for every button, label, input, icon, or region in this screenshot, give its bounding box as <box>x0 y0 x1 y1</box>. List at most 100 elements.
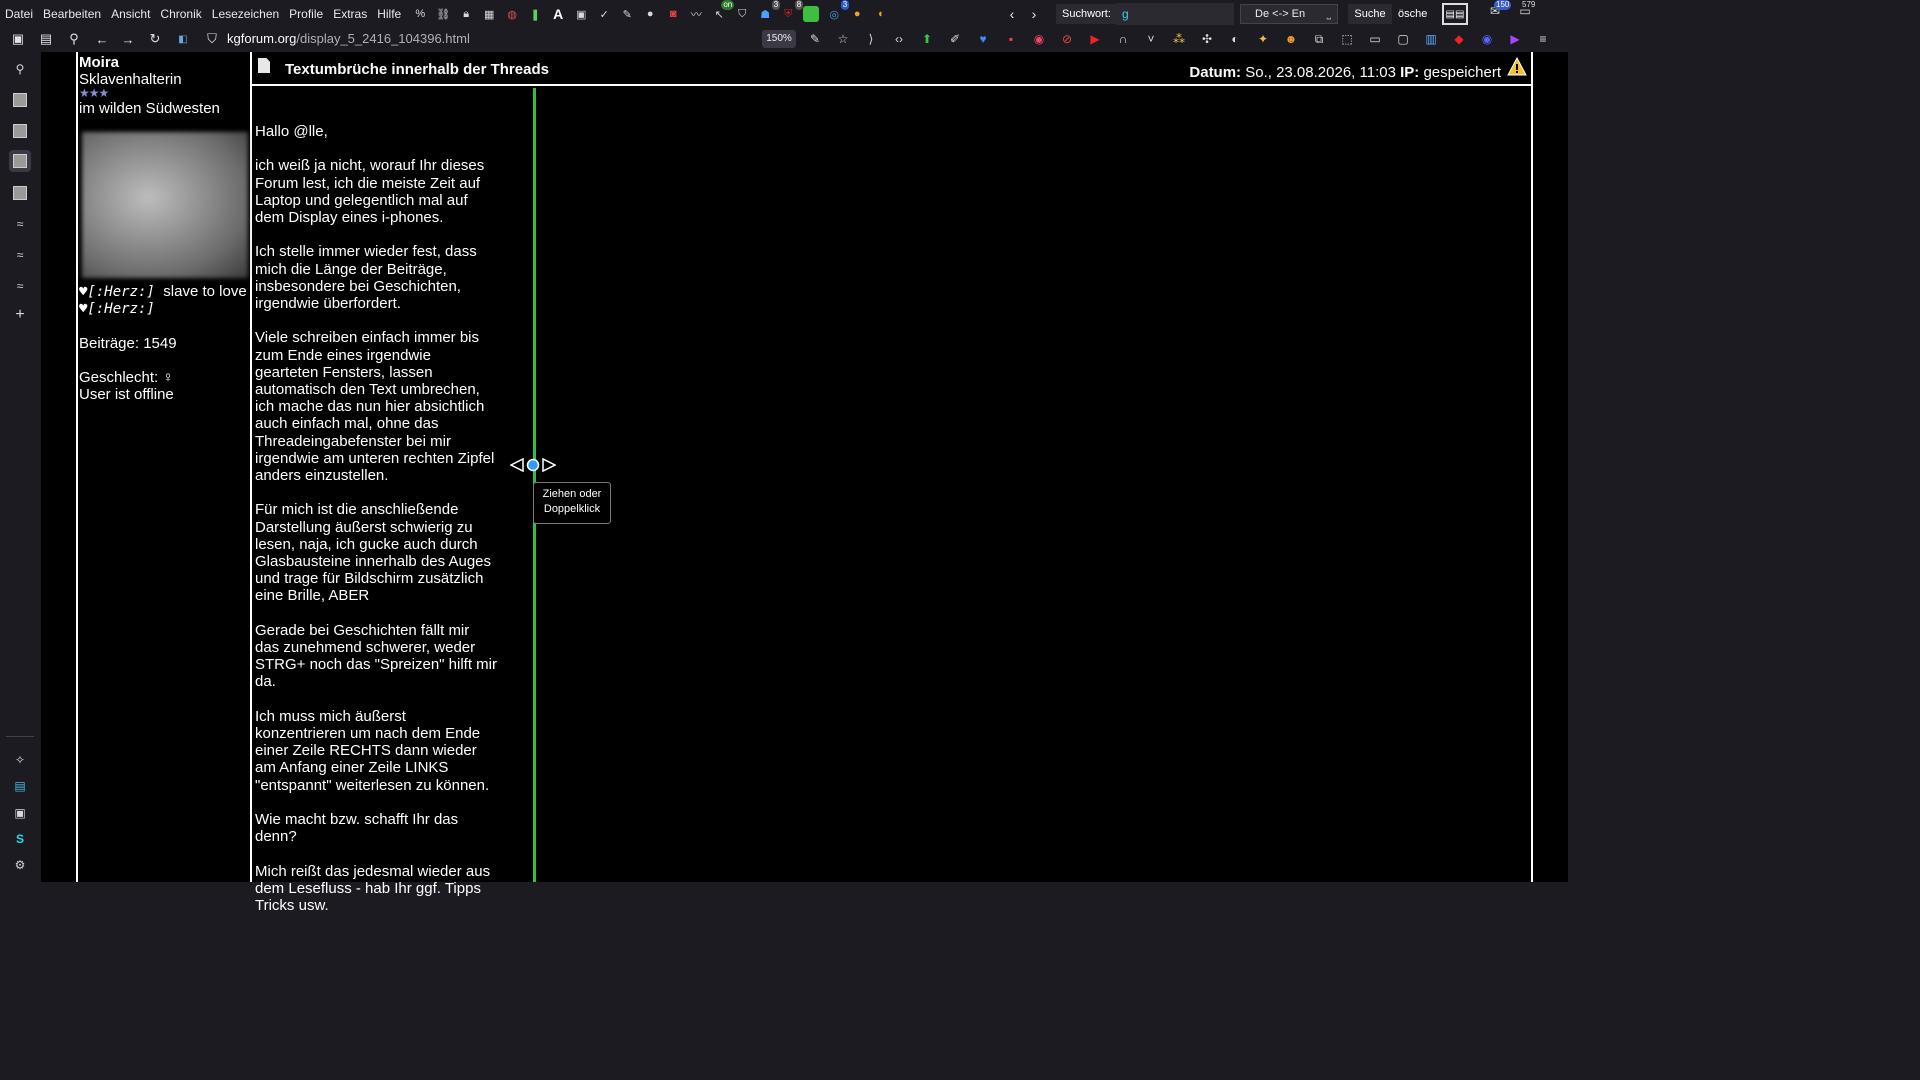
container-icon[interactable]: ▭ <box>1366 30 1384 48</box>
reader-icon[interactable]: ▥ <box>1422 30 1440 48</box>
tab-group-2-icon[interactable]: ≈ <box>11 246 29 264</box>
url-bar[interactable]: kgforum.org/display_5_2416_104396.html <box>227 30 470 48</box>
wave-icon[interactable]: 〰 <box>688 6 704 22</box>
pen-icon[interactable]: ✓ <box>596 6 612 22</box>
document-icon <box>258 58 270 73</box>
brush-icon[interactable]: ✎ <box>619 6 635 22</box>
gear-icon[interactable]: ⚙ <box>11 856 29 874</box>
reload-icon[interactable]: ↻ <box>146 30 164 48</box>
menu-ansicht[interactable]: Ansicht <box>106 7 155 21</box>
menu-datei[interactable]: Datei <box>0 7 38 21</box>
window-icon[interactable]: ▢ <box>1394 30 1412 48</box>
menu-bearbeiten[interactable]: Bearbeiten <box>38 7 106 21</box>
play-circle-icon[interactable]: ◐ <box>1226 30 1244 48</box>
lock-icon[interactable]: 🔒︎ <box>458 6 474 22</box>
headphones-icon[interactable]: ∩ <box>1114 30 1132 48</box>
resize-handle[interactable] <box>510 457 556 473</box>
page-content: Moira Sklavenhalterin ★★★ im wilden Südw… <box>41 52 1568 914</box>
panel-3-icon[interactable] <box>9 150 31 172</box>
search-button[interactable]: Suche <box>1348 4 1392 24</box>
screenshot-icon[interactable]: ▣ <box>573 6 589 22</box>
pocket-icon[interactable]: ⚲ <box>65 30 83 48</box>
zoom-level[interactable]: 150% <box>762 30 796 48</box>
color-wheel-icon[interactable]: ◍ <box>504 6 520 22</box>
chevron-left-icon[interactable]: ‹ <box>1004 4 1020 24</box>
menu-lesezeichen[interactable]: Lesezeichen <box>207 7 284 21</box>
post-header: Textumbrüche innerhalb der Threads Datum… <box>252 52 1531 86</box>
font-icon[interactable]: A <box>550 6 566 22</box>
delete-button[interactable]: ösche <box>1398 4 1434 24</box>
menu-extras[interactable]: Extras <box>328 7 372 21</box>
chevron-right-icon[interactable]: › <box>1026 4 1042 24</box>
puzzle-icon[interactable]: ✣ <box>1198 30 1216 48</box>
edit-icon[interactable]: ✐ <box>946 30 964 48</box>
author-name[interactable]: Moira <box>79 54 119 71</box>
user-icon[interactable]: ☻ <box>1282 30 1300 48</box>
search-input[interactable] <box>1116 3 1234 25</box>
orange-circle-icon[interactable]: ● <box>849 6 865 22</box>
search-icon[interactable]: ⚲ <box>11 60 29 78</box>
wand-icon[interactable]: ✦ <box>1254 30 1272 48</box>
cursor-icon[interactable]: ↖ on <box>711 0 735 22</box>
reader-view-icon[interactable]: ▤▤ <box>1442 3 1468 25</box>
post-paragraph: Ich stelle immer wieder fest, dass mich … <box>255 243 477 312</box>
orange-small-icon[interactable]: ◖ <box>872 6 888 22</box>
forward-arrow-icon[interactable]: → <box>119 30 137 48</box>
menu-hilfe[interactable]: Hilfe <box>372 7 406 21</box>
red-note-icon[interactable]: ▪ <box>1002 30 1020 48</box>
tab-group-3-icon[interactable]: ≈ <box>11 277 29 295</box>
qr-code-icon[interactable]: ▦ <box>481 6 497 22</box>
notification-icon[interactable]: ▭ 579 <box>1516 0 1535 22</box>
green-square-icon[interactable] <box>803 6 820 22</box>
extensions-icon[interactable]: ⧉ <box>1310 30 1328 48</box>
warning-icon[interactable] <box>1507 57 1527 77</box>
post-paragraph: ich weiß ja nicht, worauf Ihr dieses For… <box>255 157 485 226</box>
heart-icon[interactable]: ♥ <box>974 30 992 48</box>
youtube-small-icon[interactable]: ◆ <box>1450 30 1468 48</box>
pink-circle-icon[interactable]: ◉ <box>1030 30 1048 48</box>
pen-icon[interactable]: ✎ <box>806 30 824 48</box>
star-icon[interactable]: ☆ <box>834 30 852 48</box>
shield-icon[interactable]: ⛉ <box>203 30 221 48</box>
dot-icon[interactable]: ● <box>642 6 658 22</box>
tab-group-1-icon[interactable]: ≈ <box>11 215 29 233</box>
ublock-icon[interactable]: ⛨ 8 <box>780 0 804 22</box>
sidebar-toggle-icon[interactable]: ▣ <box>9 30 27 48</box>
person-icon[interactable]: ☗ 3 <box>757 0 781 22</box>
post-meta: Datum: So., 23.08.2026, 11:03 IP: gespei… <box>1189 64 1501 81</box>
panel-4-icon[interactable] <box>11 184 29 202</box>
shield-icon[interactable]: ⛉ <box>734 6 750 22</box>
hamburger-menu-icon[interactable]: ≡ <box>1534 30 1552 48</box>
no-video-icon[interactable]: ⊘ <box>1058 30 1076 48</box>
percent-icon[interactable]: % <box>412 6 428 22</box>
panel-1-icon[interactable] <box>11 91 29 109</box>
pin-icon[interactable]: ❚ <box>527 6 543 22</box>
globe-icon[interactable]: ◎ 3 <box>826 0 850 22</box>
history-icon[interactable]: ▣ <box>11 804 29 822</box>
chevron-down-icon[interactable]: ˅ <box>1142 30 1160 48</box>
screenshot-icon[interactable]: ⬚ <box>1338 30 1356 48</box>
menu-profile[interactable]: Profile <box>284 7 328 21</box>
upload-icon[interactable]: ⬆ <box>918 30 936 48</box>
add-panel-icon[interactable]: + <box>11 306 29 324</box>
navigation-bar: ▣ ▤ ⚲ ← → ↻ ◧ ⛉ kgforum.org/display_5_24… <box>0 28 1568 50</box>
site-badge-icon[interactable]: ◧ <box>174 30 192 48</box>
tab-list-icon[interactable]: ▤ <box>37 30 55 48</box>
language-select[interactable]: De <-> En ⎵ <box>1240 4 1338 24</box>
youtube-icon[interactable]: ▶ <box>1086 30 1104 48</box>
back-arrow-icon[interactable]: ← <box>93 30 111 48</box>
menu-chronik[interactable]: Chronik <box>155 7 206 21</box>
s-app-icon[interactable]: S <box>11 830 29 848</box>
translate-icon[interactable]: ⁂ <box>1170 30 1188 48</box>
panel-2-icon[interactable] <box>11 122 29 140</box>
blue-circle-icon[interactable]: ◉ <box>1478 30 1496 48</box>
link-icon[interactable]: ⛓ <box>435 6 451 22</box>
reading-list-icon[interactable]: ▤ <box>11 777 29 795</box>
bracket-icon[interactable]: ⟩ <box>862 30 880 48</box>
purple-play-icon[interactable]: ▶ <box>1506 30 1524 48</box>
code-icon[interactable]: ‹› <box>890 30 908 48</box>
resize-arrows-icon[interactable] <box>510 457 556 473</box>
mail-icon[interactable]: ✉ 150 <box>1486 0 1512 22</box>
sparkle-icon[interactable]: ✧ <box>11 751 29 769</box>
camera-icon[interactable]: ◙ <box>665 6 681 22</box>
